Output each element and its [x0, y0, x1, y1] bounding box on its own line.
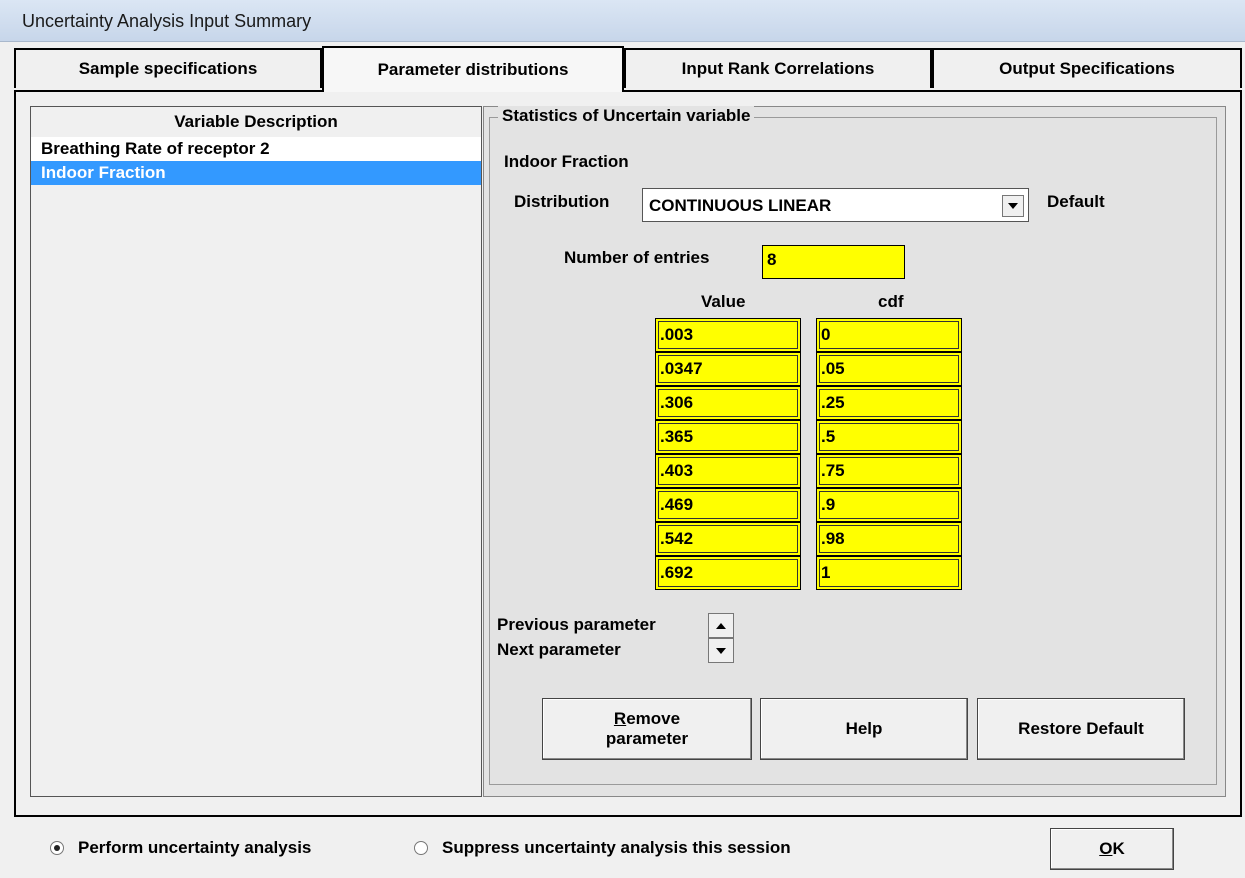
tab-sample-specifications[interactable]: Sample specifications	[14, 48, 322, 88]
dialog-window: Uncertainty Analysis Input Summary Sampl…	[0, 0, 1245, 878]
next-parameter-label: Next parameter	[497, 640, 621, 659]
variable-list-header: Variable Description	[31, 107, 481, 137]
cdf-cell[interactable]: .75	[816, 454, 962, 488]
suppress-analysis-label: Suppress uncertainty analysis this sessi…	[442, 838, 791, 857]
help-button[interactable]: Help	[760, 698, 968, 760]
perform-analysis-label: Perform uncertainty analysis	[78, 838, 312, 857]
ok-button[interactable]: OK	[1050, 828, 1174, 870]
entries-input[interactable]: 8	[762, 245, 905, 279]
tab-label: Parameter distributions	[377, 60, 569, 79]
entries-label: Number of entries	[564, 248, 710, 267]
distribution-select[interactable]: CONTINUOUS LINEAR	[642, 188, 1029, 222]
cdf-cell[interactable]: 1	[816, 556, 962, 590]
radio-selected-icon	[50, 841, 64, 855]
chevron-down-icon[interactable]	[1002, 195, 1024, 217]
radio-unselected-icon	[414, 841, 428, 855]
previous-parameter-button[interactable]	[708, 613, 734, 638]
suppress-analysis-radio[interactable]: Suppress uncertainty analysis this sessi…	[414, 838, 791, 858]
group-title: Statistics of Uncertain variable	[498, 106, 755, 126]
tab-output-specifications[interactable]: Output Specifications	[932, 48, 1242, 88]
value-cell[interactable]: .0347	[655, 352, 801, 386]
remove-parameter-button[interactable]: Remove parameter	[542, 698, 752, 760]
value-cell[interactable]: .365	[655, 420, 801, 454]
chevron-up-icon	[716, 622, 726, 629]
tab-input-rank-correlations[interactable]: Input Rank Correlations	[624, 48, 932, 88]
value-cell[interactable]: .306	[655, 386, 801, 420]
value-cell[interactable]: .469	[655, 488, 801, 522]
default-label: Default	[1047, 192, 1105, 211]
title-bar: Uncertainty Analysis Input Summary	[0, 0, 1245, 42]
tab-label: Output Specifications	[999, 59, 1175, 78]
value-column-header: Value	[701, 292, 746, 311]
value-cell[interactable]: .692	[655, 556, 801, 590]
value-cell[interactable]: .542	[655, 522, 801, 556]
cdf-column-header: cdf	[878, 292, 904, 311]
list-item[interactable]: Breathing Rate of receptor 2	[31, 137, 481, 161]
variable-name: Indoor Fraction	[504, 152, 629, 171]
tab-panel: Variable Description Breathing Rate of r…	[14, 90, 1242, 817]
cdf-cell[interactable]: .9	[816, 488, 962, 522]
variable-list[interactable]: Variable Description Breathing Rate of r…	[30, 106, 482, 797]
list-item-selected[interactable]: Indoor Fraction	[31, 161, 481, 185]
distribution-label: Distribution	[514, 192, 610, 211]
statistics-pane: Statistics of Uncertain variable Indoor …	[483, 106, 1226, 797]
value-cell[interactable]: .403	[655, 454, 801, 488]
value-cell[interactable]: .003	[655, 318, 801, 352]
tab-label: Input Rank Correlations	[681, 59, 875, 78]
entries-value: 8	[767, 250, 777, 269]
chevron-down-icon	[716, 647, 726, 654]
next-parameter-button[interactable]	[708, 638, 734, 663]
bottom-bar: Perform uncertainty analysis Suppress un…	[0, 820, 1245, 878]
previous-parameter-label: Previous parameter	[497, 615, 656, 634]
cdf-cell[interactable]: .05	[816, 352, 962, 386]
cdf-cell[interactable]: .98	[816, 522, 962, 556]
restore-default-button[interactable]: Restore Default	[977, 698, 1185, 760]
statistics-groupbox: Statistics of Uncertain variable Indoor …	[489, 106, 1217, 785]
window-title: Uncertainty Analysis Input Summary	[22, 11, 312, 31]
cdf-cell[interactable]: 0	[816, 318, 962, 352]
cdf-cell[interactable]: .5	[816, 420, 962, 454]
tab-label: Sample specifications	[78, 59, 258, 78]
tab-parameter-distributions[interactable]: Parameter distributions	[322, 46, 624, 92]
distribution-value: CONTINUOUS LINEAR	[649, 196, 832, 215]
cdf-cell[interactable]: .25	[816, 386, 962, 420]
perform-analysis-radio[interactable]: Perform uncertainty analysis	[50, 838, 311, 858]
